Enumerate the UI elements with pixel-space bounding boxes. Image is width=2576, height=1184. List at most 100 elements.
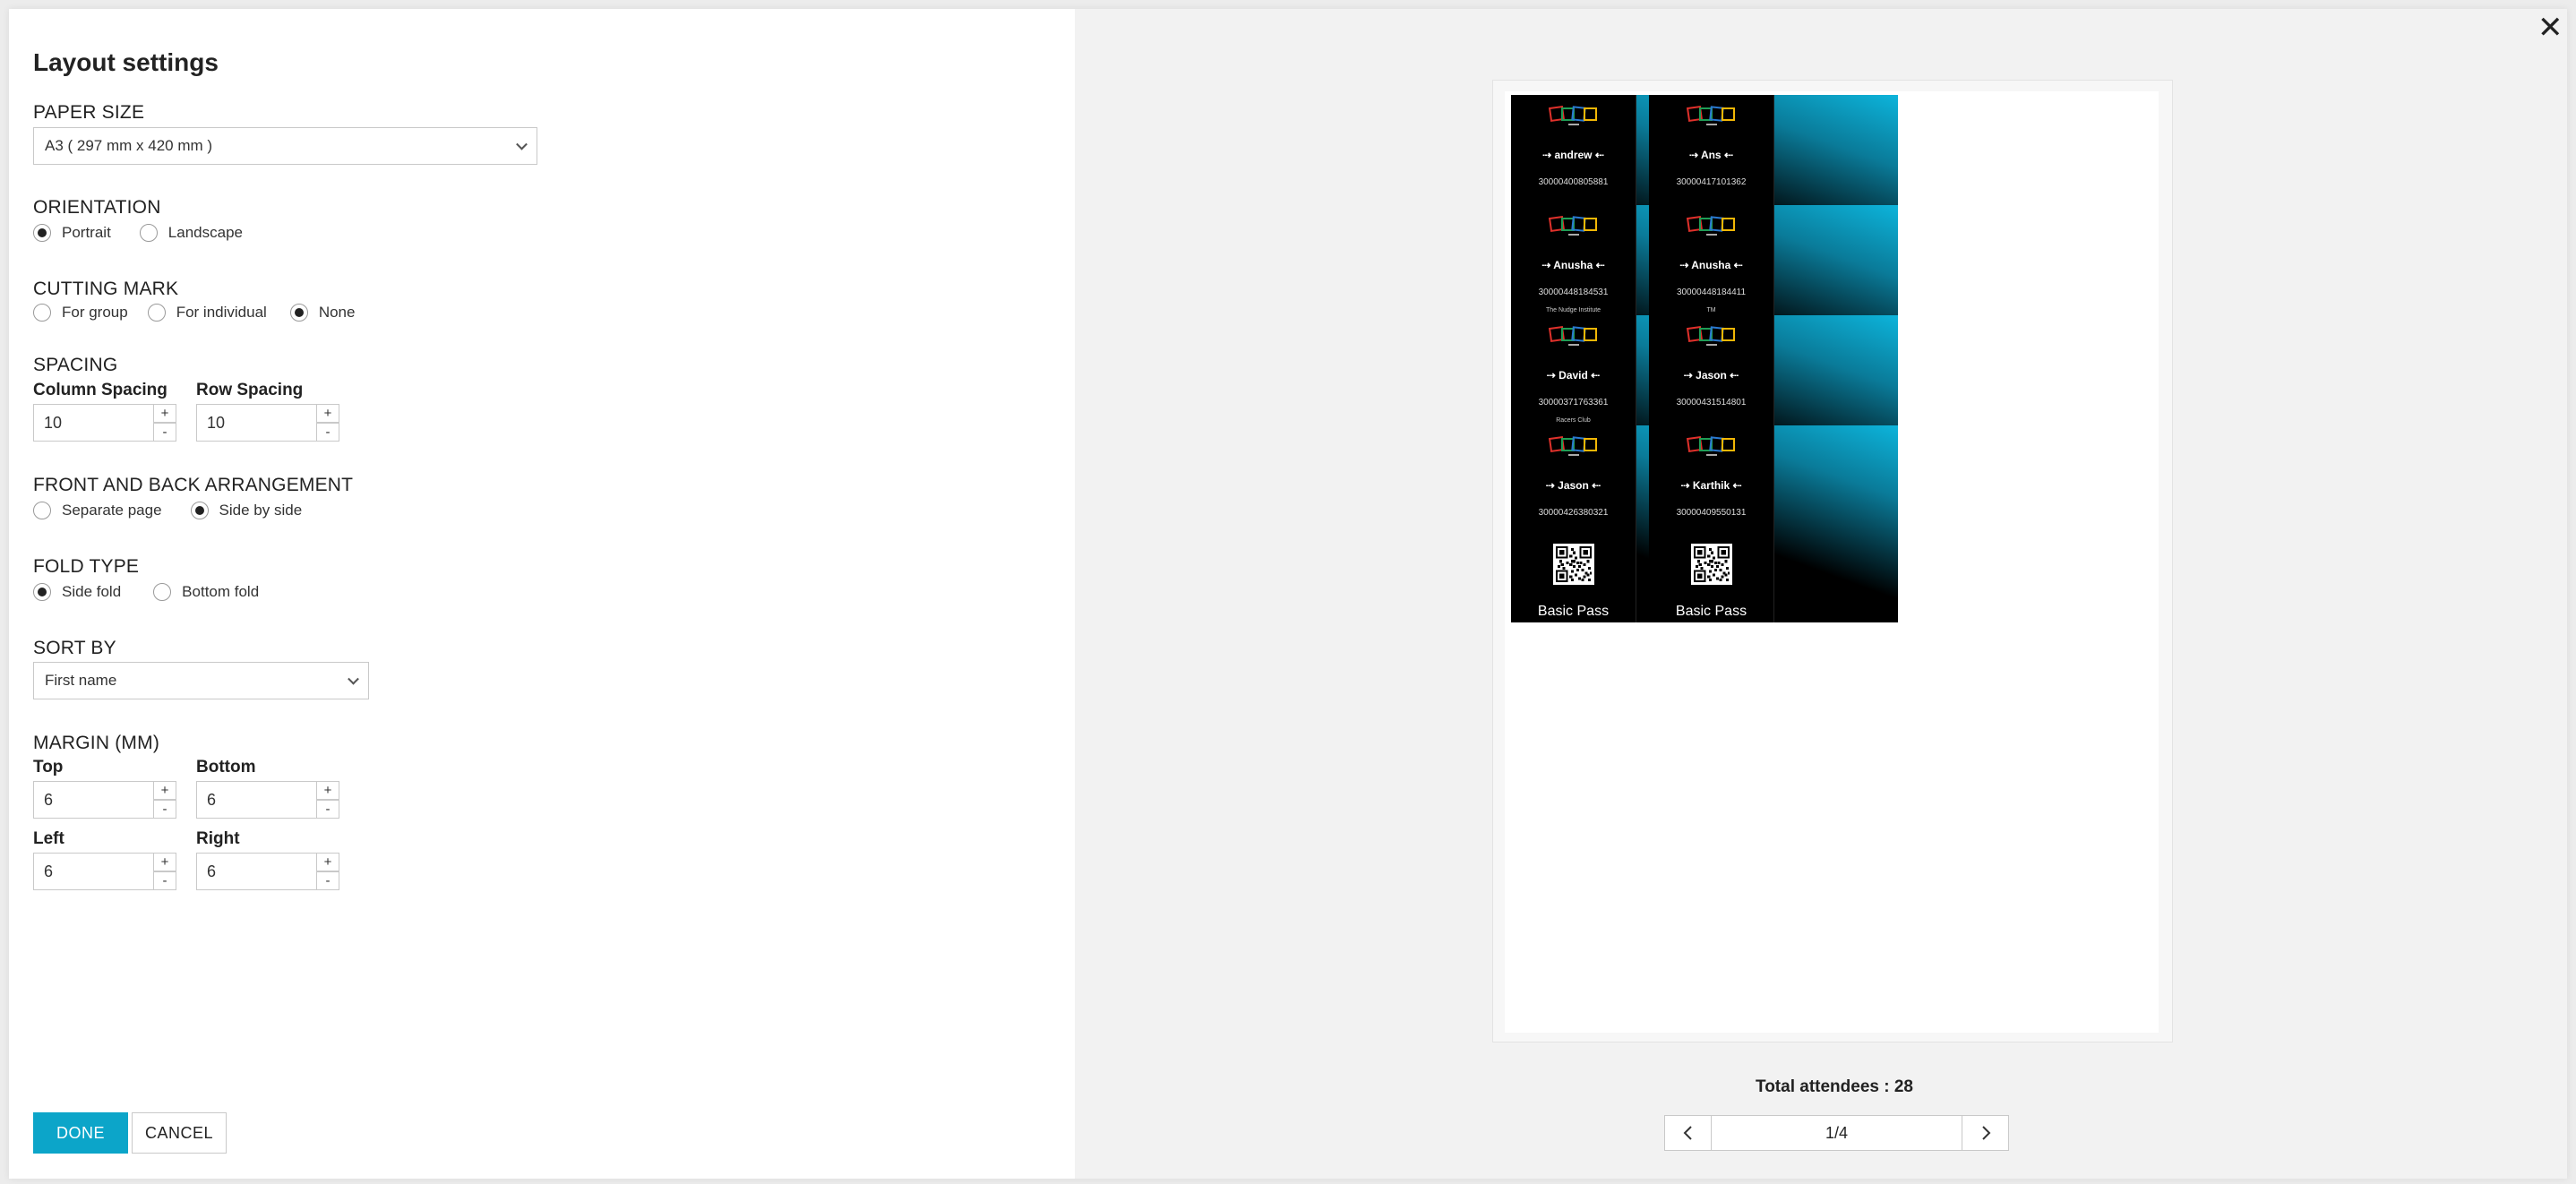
radio-label: Separate page xyxy=(62,502,162,519)
attendee-name: ⇢ Anusha ⇠ xyxy=(1541,259,1605,271)
paper-size-value: A3 ( 297 mm x 420 mm ) xyxy=(45,137,213,154)
radio-selected-icon xyxy=(33,224,51,242)
column-spacing-label: Column Spacing xyxy=(33,381,167,399)
qr-code-icon xyxy=(1553,544,1594,585)
ticket-type: Basic Pass xyxy=(1675,604,1747,619)
increment-button[interactable]: + xyxy=(154,404,176,423)
attendee-number: 30000417101362 xyxy=(1676,177,1747,187)
badge-card: ⇢ Karthik ⇠ 30000409550131 Basic Pass xyxy=(1649,425,1898,622)
cutting-mark-group-radio[interactable]: For group xyxy=(33,304,128,322)
attendee-organization: TM xyxy=(1706,307,1716,313)
close-icon[interactable]: ✕ xyxy=(2537,13,2563,43)
paper-size-select[interactable]: A3 ( 297 mm x 420 mm ) xyxy=(33,127,537,165)
side-fold-radio[interactable]: Side fold xyxy=(33,583,121,601)
chevron-right-icon xyxy=(1981,1126,1990,1140)
badge-front: ⇢ Karthik ⇠ 30000409550131 Basic Pass xyxy=(1649,425,1773,622)
radio-icon xyxy=(147,304,166,322)
decrement-button[interactable]: - xyxy=(154,800,176,819)
qr-code-icon xyxy=(1691,544,1732,585)
margin-bottom-stepper: 6 + - xyxy=(196,781,339,819)
orientation-options: Portrait Landscape xyxy=(33,224,262,242)
separate-page-radio[interactable]: Separate page xyxy=(33,502,162,519)
margin-left-stepper: 6 + - xyxy=(33,853,176,890)
sort-by-select[interactable]: First name xyxy=(33,662,369,699)
radio-label: Side fold xyxy=(62,583,122,600)
attendee-name: ⇢ Karthik ⇠ xyxy=(1680,479,1742,492)
cutting-mark-none-radio[interactable]: None xyxy=(289,304,356,322)
attendee-name: ⇢ Anusha ⇠ xyxy=(1679,259,1743,271)
radio-selected-icon xyxy=(190,502,209,519)
margin-label: MARGIN (MM) xyxy=(33,733,160,753)
fold-type-label: FOLD TYPE xyxy=(33,556,140,577)
margin-right-label: Right xyxy=(196,829,240,848)
attendee-name: ⇢ andrew ⇠ xyxy=(1542,149,1604,161)
print-preview: ⇢ andrew ⇠ 30000400805881 Basic Pass ⇢ Ans … xyxy=(1492,80,2173,1042)
paper-size-label: PAPER SIZE xyxy=(33,102,145,123)
decrement-button[interactable]: - xyxy=(154,423,176,442)
radio-icon xyxy=(33,304,51,322)
next-page-button[interactable] xyxy=(1962,1115,2008,1151)
event-logo-icon xyxy=(1686,434,1737,459)
radio-icon xyxy=(139,224,158,242)
margin-top-stepper: 6 + - xyxy=(33,781,176,819)
attendee-number: 30000431514801 xyxy=(1676,398,1747,408)
margin-left-label: Left xyxy=(33,829,64,848)
ticket-type: Basic Pass xyxy=(1537,604,1610,619)
layout-settings-dialog: Layout settings PAPER SIZE A3 ( 297 mm x… xyxy=(9,9,2567,1179)
settings-panel: Layout settings PAPER SIZE A3 ( 297 mm x… xyxy=(9,9,1075,1179)
attendee-organization: The Nudge Institute xyxy=(1545,307,1601,313)
event-logo-icon xyxy=(1548,324,1599,349)
radio-selected-icon xyxy=(33,583,51,601)
orientation-landscape-radio[interactable]: Landscape xyxy=(139,224,243,242)
margin-right-stepper: 6 + - xyxy=(196,853,339,890)
increment-button[interactable]: + xyxy=(317,853,339,871)
increment-button[interactable]: + xyxy=(154,781,176,800)
row-spacing-input[interactable]: 10 xyxy=(196,404,317,442)
spacing-label: SPACING xyxy=(33,355,118,375)
orientation-portrait-radio[interactable]: Portrait xyxy=(33,224,111,242)
decrement-button[interactable]: - xyxy=(317,423,339,442)
attendee-number: 30000448184411 xyxy=(1676,287,1747,297)
prev-page-button[interactable] xyxy=(1665,1115,1712,1151)
side-by-side-radio[interactable]: Side by side xyxy=(190,502,303,519)
row-spacing-stepper: 10 + - xyxy=(196,404,339,442)
radio-label: For group xyxy=(62,304,128,321)
increment-button[interactable]: + xyxy=(317,404,339,423)
column-spacing-input[interactable]: 10 xyxy=(33,404,154,442)
cancel-button[interactable]: CANCEL xyxy=(132,1112,227,1154)
event-logo-icon xyxy=(1686,324,1737,349)
margin-right-input[interactable]: 6 xyxy=(196,853,317,890)
radio-label: None xyxy=(318,304,356,321)
event-logo-icon xyxy=(1548,104,1599,129)
attendee-name: ⇢ Jason ⇠ xyxy=(1683,369,1739,382)
increment-button[interactable]: + xyxy=(317,781,339,800)
attendee-number: 30000448184531 xyxy=(1538,287,1609,297)
chevron-down-icon xyxy=(348,673,359,685)
decrement-button[interactable]: - xyxy=(154,871,176,890)
cutting-mark-individual-radio[interactable]: For individual xyxy=(147,304,267,322)
attendee-name: ⇢ Ans ⇠ xyxy=(1688,149,1733,161)
radio-label: Landscape xyxy=(167,224,243,241)
attendee-number: 30000426380321 xyxy=(1538,508,1609,518)
bottom-fold-radio[interactable]: Bottom fold xyxy=(153,583,259,601)
decrement-button[interactable]: - xyxy=(317,871,339,890)
arrangement-label: FRONT AND BACK ARRANGEMENT xyxy=(33,475,354,495)
attendee-name: ⇢ David ⇠ xyxy=(1546,369,1601,382)
margin-left-input[interactable]: 6 xyxy=(33,853,154,890)
margin-top-input[interactable]: 6 xyxy=(33,781,154,819)
margin-bottom-input[interactable]: 6 xyxy=(196,781,317,819)
row-spacing-label: Row Spacing xyxy=(196,381,304,399)
arrangement-options: Separate page Side by side xyxy=(33,502,322,519)
event-logo-icon xyxy=(1548,214,1599,239)
pagination: 1/4 xyxy=(1664,1115,2009,1151)
cutting-mark-options: For group For individual None xyxy=(33,304,374,322)
radio-label: Side by side xyxy=(219,502,303,519)
decrement-button[interactable]: - xyxy=(317,800,339,819)
done-button[interactable]: DONE xyxy=(33,1112,128,1154)
event-logo-icon xyxy=(1686,104,1737,129)
radio-label: Portrait xyxy=(62,224,111,241)
cutting-mark-label: CUTTING MARK xyxy=(33,279,179,299)
increment-button[interactable]: + xyxy=(154,853,176,871)
preview-page: ⇢ andrew ⇠ 30000400805881 Basic Pass ⇢ Ans … xyxy=(1505,91,2159,1033)
attendee-number: 30000409550131 xyxy=(1676,508,1747,518)
